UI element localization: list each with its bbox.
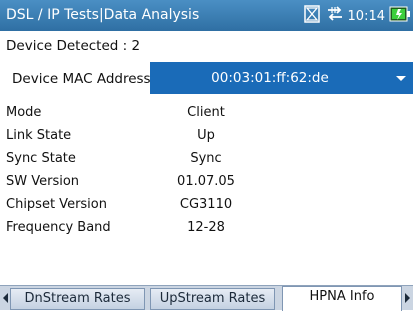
mac-address-dropdown[interactable]: 00:03:01:ff:62:de bbox=[150, 62, 413, 94]
chevron-down-icon bbox=[396, 76, 406, 81]
tab-upstream-rates[interactable]: UpStream Rates bbox=[150, 288, 275, 310]
device-detected-count: Device Detected : 2 bbox=[6, 38, 141, 54]
status-icons: 10:14 bbox=[303, 5, 411, 27]
info-value: 01.07.05 bbox=[177, 174, 235, 189]
title-bar: DSL / IP Tests|Data Analysis 10:14 bbox=[0, 0, 413, 31]
tab-bar: DnStream Rates UpStream Rates HPNA Info bbox=[0, 285, 413, 311]
tab-dnstream-rates[interactable]: DnStream Rates bbox=[10, 288, 145, 310]
mac-address-label: Device MAC Address bbox=[12, 71, 151, 87]
scroll-right-icon[interactable] bbox=[405, 293, 410, 303]
mac-address-value: 00:03:01:ff:62:de bbox=[211, 70, 329, 86]
info-key: Chipset Version bbox=[6, 197, 107, 212]
scroll-left-icon[interactable] bbox=[3, 293, 8, 303]
tab-hpna-info[interactable]: HPNA Info bbox=[282, 286, 402, 311]
battery-icon bbox=[389, 5, 411, 27]
info-key: Sync State bbox=[6, 151, 76, 166]
info-key: Frequency Band bbox=[6, 220, 111, 235]
info-key: Link State bbox=[6, 128, 72, 143]
info-value: CG3110 bbox=[179, 197, 233, 212]
info-key: SW Version bbox=[6, 174, 80, 189]
page-title: DSL / IP Tests|Data Analysis bbox=[6, 7, 200, 23]
connection-arrows-icon bbox=[326, 6, 344, 26]
info-value: 12-28 bbox=[187, 220, 225, 235]
info-value: Up bbox=[197, 128, 215, 143]
hourglass-icon bbox=[303, 5, 320, 27]
info-value: Client bbox=[187, 105, 225, 120]
info-key: Mode bbox=[6, 105, 42, 120]
clock: 10:14 bbox=[347, 8, 385, 24]
info-value: Sync bbox=[190, 151, 222, 166]
